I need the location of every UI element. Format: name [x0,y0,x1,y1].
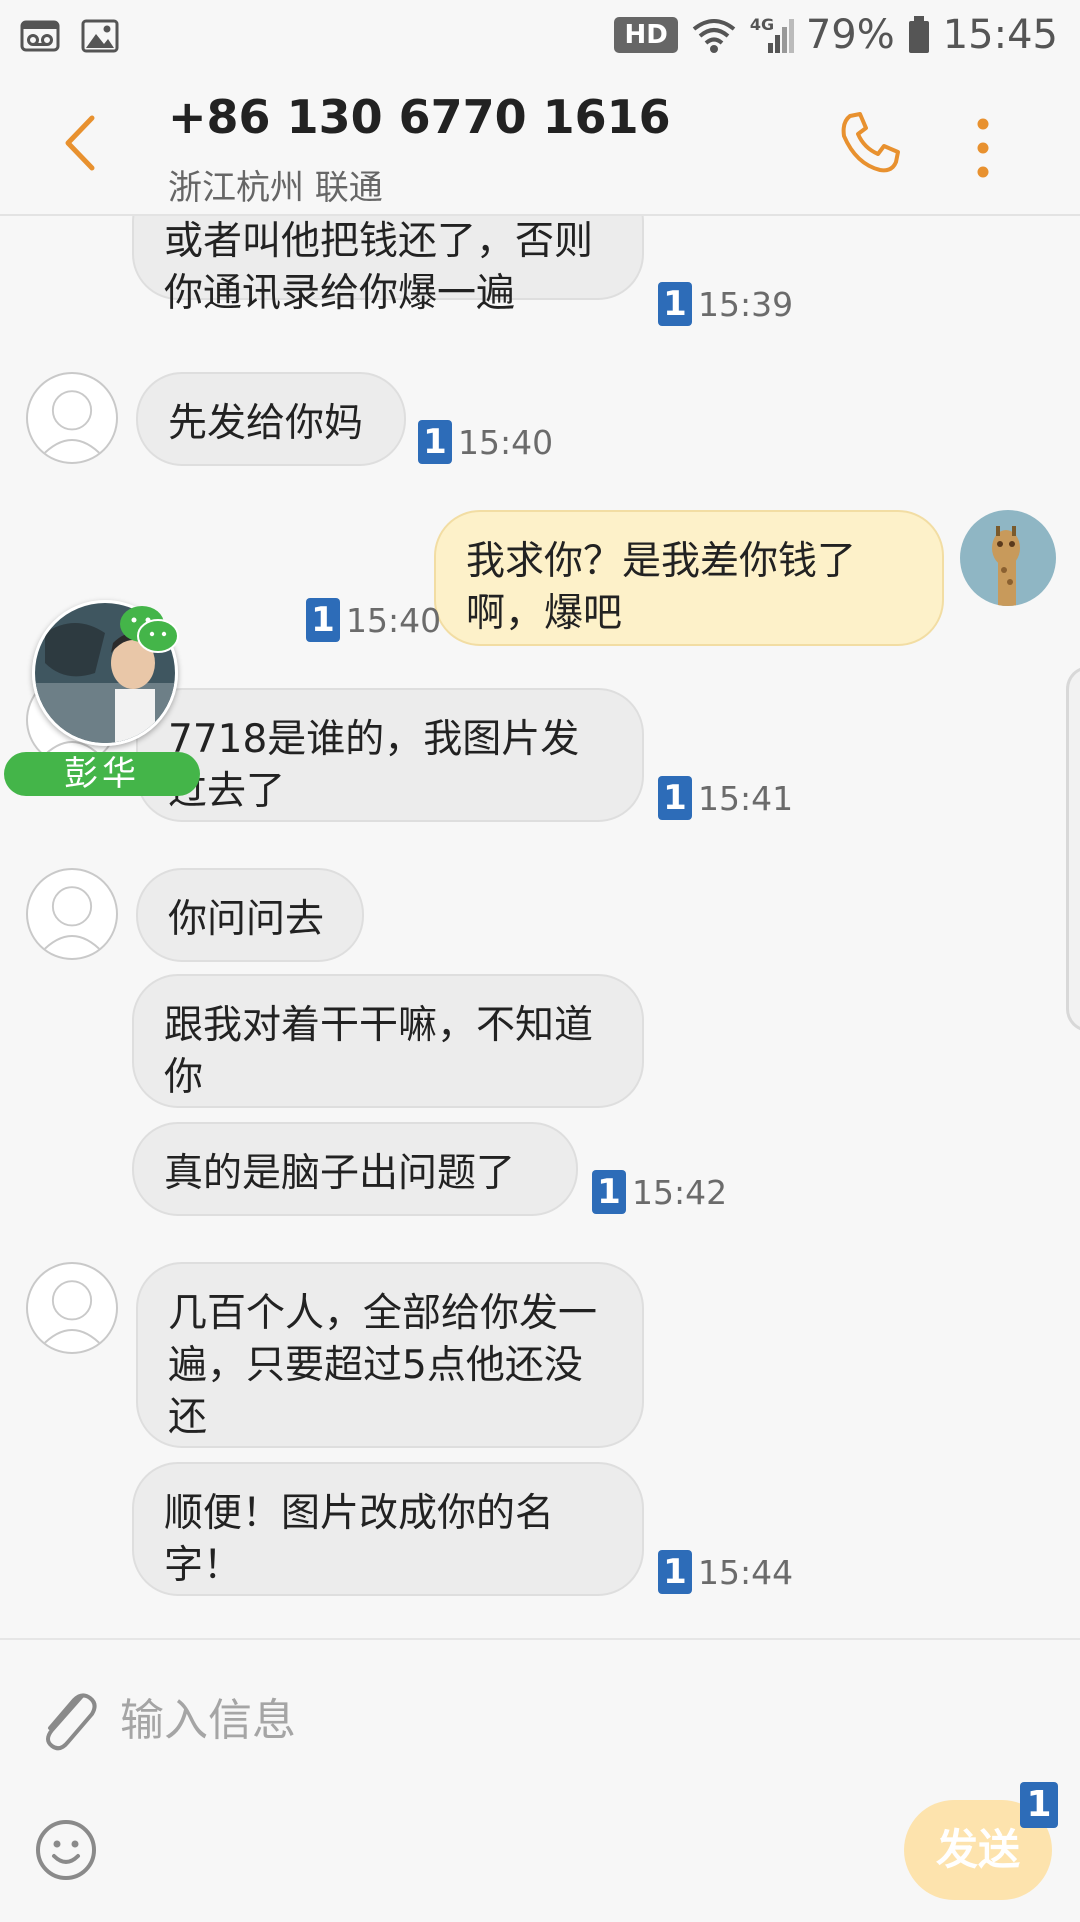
contact-avatar[interactable] [26,868,118,960]
battery-icon [908,16,929,53]
message-meta: 1 15:40 [306,598,441,642]
message-text: 跟我对着干干嘛，不知道你 [164,1003,594,1100]
message-bubble-incoming[interactable]: 先发给你妈 [136,372,406,466]
chat-head-name: 彭华 [4,752,200,796]
message-composer: 输入信息 发送 1 [0,1638,1080,1922]
message-time: 15:40 [458,422,554,462]
message-meta: 1 15:44 [658,1550,793,1594]
clock: 15:45 [942,12,1058,58]
person-icon [40,886,104,953]
message-time: 15:44 [698,1552,794,1592]
back-button[interactable] [56,108,106,178]
message-text: 真的是脑子出问题了 [164,1151,516,1196]
send-sim-badge[interactable]: 1 [1020,1782,1058,1828]
contact-location: 浙江杭州 联通 [168,168,383,208]
message-bubble-incoming[interactable]: 你问问去 [136,868,364,962]
message-meta: 1 15:39 [658,282,793,326]
sim-badge: 1 [592,1170,626,1214]
floating-chat-head[interactable]: 彭华 [0,600,200,800]
sim-badge: 1 [306,598,340,642]
message-time: 15:41 [698,778,794,818]
message-text: 7718是谁的，我图片发过去了 [168,717,580,814]
hd-badge: HD [614,17,678,53]
phone-icon[interactable] [836,110,902,176]
message-input[interactable]: 输入信息 [120,1684,296,1748]
message-bubble-incoming[interactable]: 真的是脑子出问题了 [132,1122,578,1216]
edge-panel-handle[interactable] [1066,666,1080,1032]
more-vertical-icon[interactable] [968,116,998,180]
battery-percent: 79% [805,12,895,58]
message-text: 我求你？是我差你钱了啊，爆吧 [466,539,857,636]
sim-badge: 1 [418,420,452,464]
message-text: 先发给你妈 [168,401,364,446]
sim-badge: 1 [658,282,692,326]
smiley-icon[interactable] [34,1818,98,1882]
message-time: 15:40 [346,600,442,640]
sim-badge: 1 [658,776,692,820]
message-text: 顺便！图片改成你的名字！ [164,1491,555,1588]
conversation-header: +86 130 6770 1616 浙江杭州 联通 [0,72,1080,216]
message-bubble-incoming[interactable]: 或者叫他把钱还了，否则你通讯录给你爆一遍 [132,216,644,316]
contact-avatar[interactable] [26,372,118,464]
message-bubble-incoming[interactable]: 顺便！图片改成你的名字！ [132,1462,644,1596]
message-list[interactable]: 或者叫他把钱还了，否则你通讯录给你爆一遍 1 15:39 先发给你妈 1 15:… [0,216,1080,1636]
paperclip-icon[interactable] [34,1682,98,1754]
message-text: 或者叫他把钱还了，否则你通讯录给你爆一遍 [164,219,594,316]
message-meta: 1 15:42 [592,1170,727,1214]
person-icon [40,1280,104,1347]
message-bubble-incoming[interactable]: 7718是谁的，我图片发过去了 [136,688,644,822]
message-time: 15:42 [632,1172,728,1212]
message-bubble-outgoing[interactable]: 我求你？是我差你钱了啊，爆吧 [434,510,944,646]
person-icon [40,390,104,457]
wechat-icon [120,606,179,653]
giraffe-photo [960,510,1056,606]
message-meta: 1 15:40 [418,420,553,464]
wifi-icon [692,19,736,53]
status-bar: HD 4G 79% 15:45 [0,0,1080,72]
sim-badge: 1 [658,1550,692,1594]
my-avatar[interactable] [960,510,1056,606]
contact-avatar[interactable] [26,1262,118,1354]
image-icon [81,19,119,53]
contact-number: +86 130 6770 1616 [168,90,671,144]
message-bubble-incoming[interactable]: 几百个人，全部给你发一遍，只要超过5点他还没还 [136,1262,644,1448]
message-time: 15:39 [698,284,794,324]
message-bubble-incoming[interactable]: 跟我对着干干嘛，不知道你 [132,974,644,1108]
message-text: 几百个人，全部给你发一遍，只要超过5点他还没还 [168,1291,598,1440]
signal-icon: 4G [750,15,794,55]
message-meta: 1 15:41 [658,776,793,820]
message-text: 你问问去 [168,897,325,942]
voicemail-icon [20,20,60,52]
